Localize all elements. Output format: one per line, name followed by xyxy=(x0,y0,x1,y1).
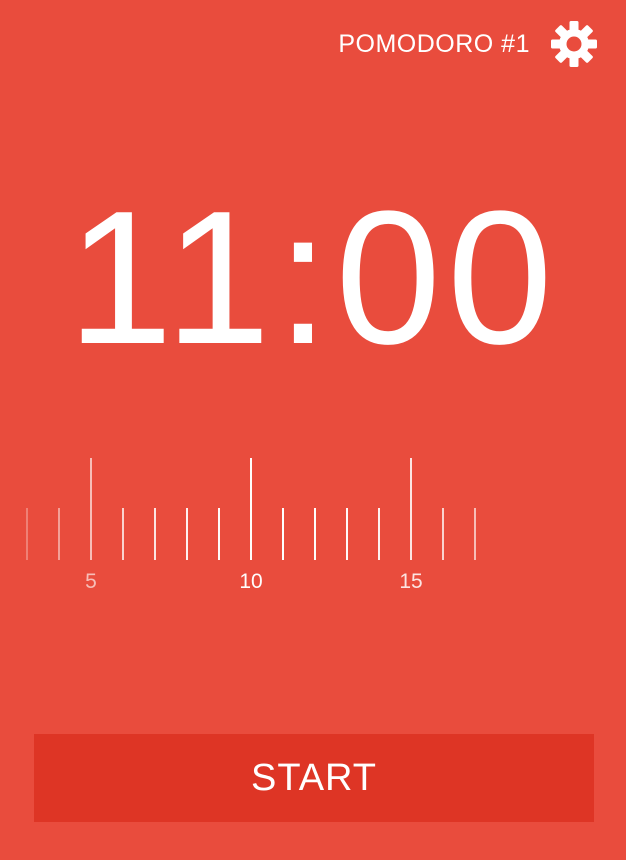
header: POMODORO #1 xyxy=(338,20,598,68)
ruler-label: 5 xyxy=(85,570,97,593)
ruler-label: 15 xyxy=(399,570,422,593)
timer-minutes: 11 xyxy=(67,172,277,384)
timer-separator: : xyxy=(276,172,336,384)
timer-seconds: 00 xyxy=(335,172,559,384)
session-label: POMODORO #1 xyxy=(338,29,530,58)
ruler-label: 10 xyxy=(239,570,262,593)
duration-ruler[interactable]: 5 10 15 xyxy=(0,440,626,610)
timer-display: 11:00 xyxy=(0,168,626,388)
gear-icon[interactable] xyxy=(550,20,598,68)
start-button[interactable]: START xyxy=(34,734,594,822)
